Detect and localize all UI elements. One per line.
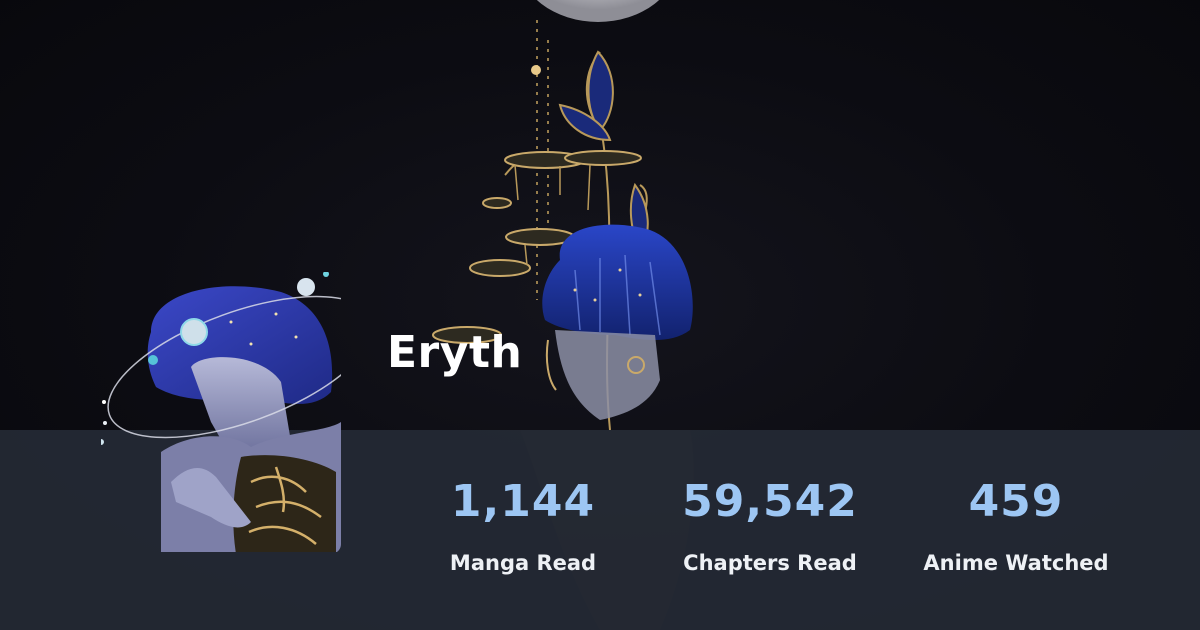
stat-value: 1,144	[450, 476, 596, 527]
moon-shape	[536, 0, 660, 22]
stat-label: Manga Read	[449, 551, 597, 575]
stat-anime-watched: 459 Anime Watched	[896, 470, 1136, 578]
stat-value: 59,542	[682, 476, 858, 527]
stat-label: Anime Watched	[923, 551, 1109, 575]
profile-username: Eryth	[387, 327, 523, 378]
stat-value: 459	[968, 476, 1064, 527]
avatar-illustration	[101, 272, 341, 552]
stat-label: Chapters Read	[683, 551, 857, 575]
stat-manga-read: 1,144 Manga Read	[403, 470, 643, 578]
avatar[interactable]	[101, 272, 341, 552]
stat-chapters-read: 59,542 Chapters Read	[650, 470, 890, 578]
